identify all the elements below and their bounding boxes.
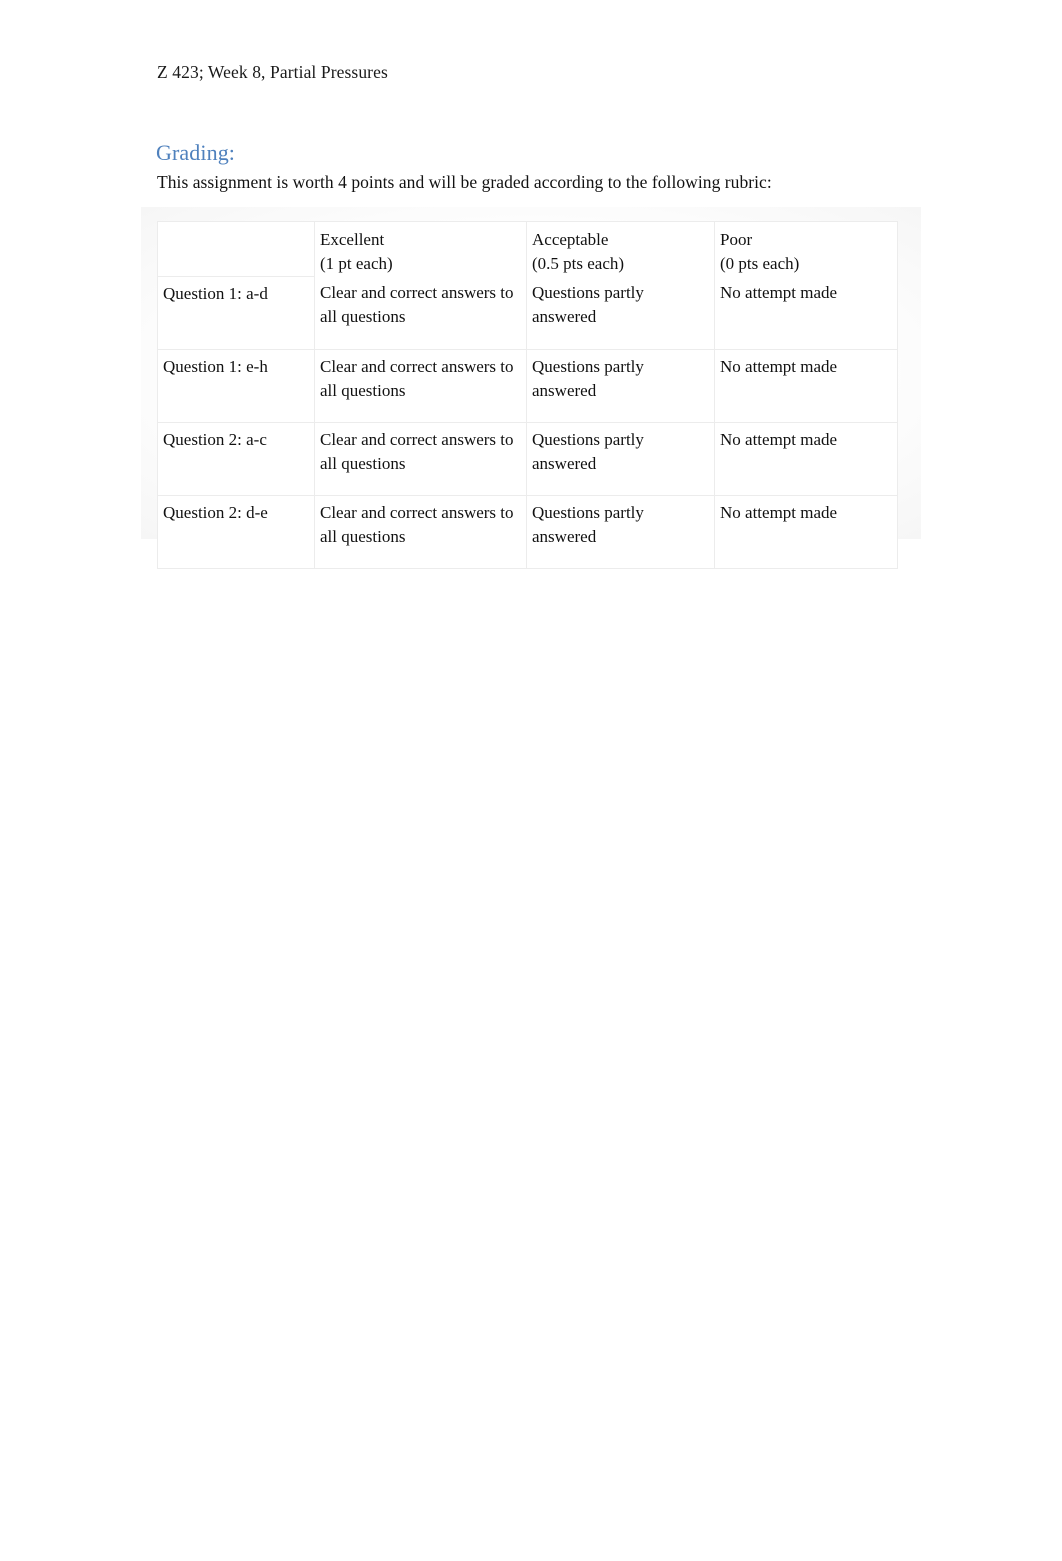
row-poor-text: No attempt made: [720, 283, 838, 303]
row-poor-text: No attempt made: [720, 502, 838, 522]
row-poor: No attempt made: [714, 421, 898, 496]
row-acceptable-text: Questions partly answered: [532, 502, 644, 546]
table-row: Question 2: d-e Clear and correct answer…: [157, 494, 898, 569]
header-cell-excellent: Excellent (1 pt each): [314, 221, 527, 277]
row-excellent: Clear and correct answers to all questio…: [314, 276, 527, 350]
table-header-row: Excellent (1 pt each) Acceptable (0.5 pt…: [157, 221, 898, 277]
row-acceptable: Questions partly answered: [526, 421, 715, 496]
row-poor-text: No attempt made: [720, 356, 838, 376]
row-excellent: Clear and correct answers to all questio…: [314, 494, 527, 569]
header-excellent-title: Excellent: [320, 230, 385, 249]
page-title: Grading:: [156, 140, 236, 165]
rubric-table-container: Excellent (1 pt each) Acceptable (0.5 pt…: [141, 207, 921, 569]
header-poor-points: (0 pts each): [720, 254, 800, 274]
table-row: Question 1: a-d Clear and correct answer…: [157, 275, 898, 350]
header-excellent-points: (1 pt each): [320, 254, 393, 274]
row-acceptable-text: Questions partly answered: [532, 356, 644, 400]
header-poor-title: Poor: [720, 230, 753, 249]
rubric-table: Excellent (1 pt each) Acceptable (0.5 pt…: [157, 221, 898, 569]
row-criteria: Question 2: d-e: [157, 494, 315, 569]
table-row: Question 2: a-c Clear and correct answer…: [157, 421, 898, 496]
row-criteria-label: Question 1: a-d: [163, 283, 268, 303]
row-poor-text: No attempt made: [720, 429, 838, 449]
header-cell-acceptable: Acceptable (0.5 pts each): [526, 221, 715, 277]
row-poor: No attempt made: [714, 276, 898, 350]
row-criteria: Question 1: a-d: [157, 275, 315, 350]
table-row: Question 1: e-h Clear and correct answer…: [157, 348, 898, 423]
row-acceptable: Questions partly answered: [526, 276, 715, 350]
row-acceptable-text: Questions partly answered: [532, 283, 644, 327]
row-acceptable: Questions partly answered: [526, 348, 715, 423]
row-excellent-text: Clear and correct answers to all questio…: [320, 429, 514, 473]
row-poor: No attempt made: [714, 494, 898, 569]
document-page: Z 423; Week 8, Partial Pressures Grading…: [0, 0, 1062, 1561]
row-excellent-text: Clear and correct answers to all questio…: [320, 356, 514, 400]
row-acceptable-text: Questions partly answered: [532, 429, 644, 473]
row-poor: No attempt made: [714, 348, 898, 423]
row-criteria: Question 2: a-c: [157, 421, 315, 496]
row-excellent-text: Clear and correct answers to all questio…: [320, 502, 514, 546]
row-criteria-label: Question 2: d-e: [163, 502, 268, 522]
header-acceptable-title: Acceptable: [532, 230, 609, 249]
row-excellent: Clear and correct answers to all questio…: [314, 421, 527, 496]
intro-paragraph: This assignment is worth 4 points and wi…: [157, 172, 772, 192]
header-cell-criteria: [157, 221, 315, 277]
header-cell-poor: Poor (0 pts each): [714, 221, 898, 277]
row-criteria: Question 1: e-h: [157, 348, 315, 423]
header-acceptable-points: (0.5 pts each): [532, 254, 625, 274]
row-excellent: Clear and correct answers to all questio…: [314, 348, 527, 423]
row-criteria-label: Question 1: e-h: [163, 356, 268, 376]
row-excellent-text: Clear and correct answers to all questio…: [320, 283, 514, 327]
document-header-line: Z 423; Week 8, Partial Pressures: [157, 62, 388, 82]
row-acceptable: Questions partly answered: [526, 494, 715, 569]
row-criteria-label: Question 2: a-c: [163, 429, 267, 449]
